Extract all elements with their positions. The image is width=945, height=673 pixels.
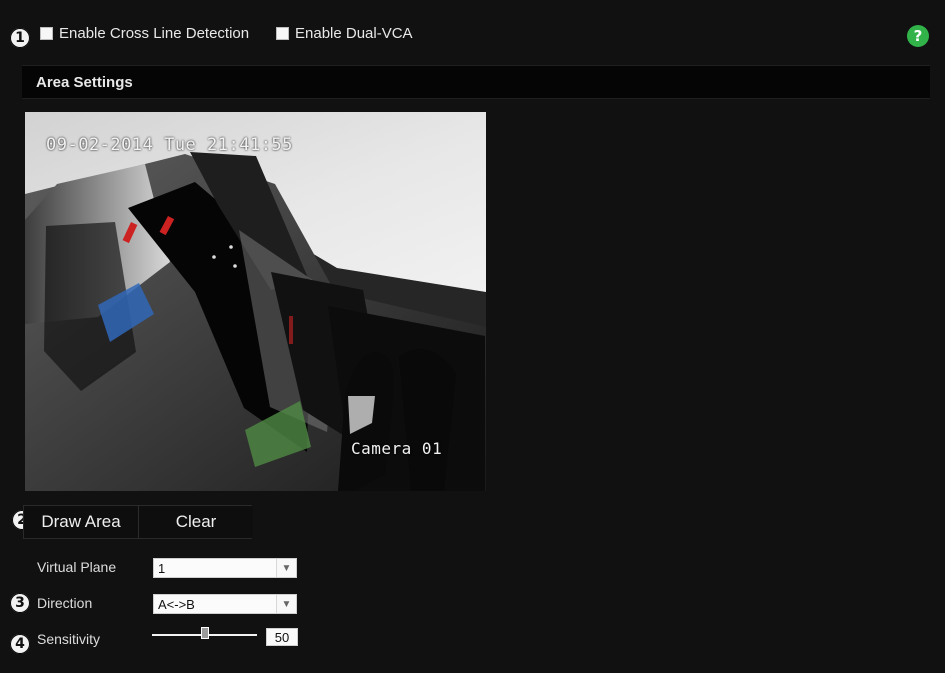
direction-value: A<->B: [158, 597, 195, 612]
spot-2: [212, 255, 216, 259]
checkbox-box[interactable]: [276, 27, 289, 40]
video-timestamp: 09-02-2014 Tue 21:41:55: [46, 135, 293, 155]
top-row: 1 Enable Cross Line Detection Enable Dua…: [0, 25, 945, 51]
enable-dual-vca-label: Enable Dual-VCA: [295, 25, 413, 42]
cross-line-detection-page: 1 Enable Cross Line Detection Enable Dua…: [0, 0, 945, 673]
chevron-down-icon: ▼: [276, 595, 296, 613]
virtual-plane-value: 1: [158, 561, 166, 576]
virtual-plane-select[interactable]: 1 ▼: [153, 558, 297, 578]
draw-controls: Draw Area Clear: [23, 505, 253, 539]
draw-area-button[interactable]: Draw Area: [24, 506, 139, 538]
area-settings-header: Area Settings: [22, 65, 930, 99]
chevron-down-icon: ▼: [276, 559, 296, 577]
checkbox-box[interactable]: [40, 27, 53, 40]
area-settings-title: Area Settings: [36, 73, 133, 91]
camera-preview[interactable]: 09-02-2014 Tue 21:41:55 Camera 01: [25, 112, 486, 491]
help-icon[interactable]: ?: [907, 25, 929, 47]
sensitivity-value-box[interactable]: 50: [266, 628, 298, 646]
clear-button[interactable]: Clear: [139, 506, 253, 538]
enable-cross-line-detection-label: Enable Cross Line Detection: [59, 25, 250, 42]
sensitivity-label: Sensitivity: [37, 631, 101, 647]
red-mark-3: [289, 316, 293, 344]
step-3-callout: 3: [10, 593, 30, 613]
direction-select[interactable]: A<->B ▼: [153, 594, 297, 614]
spot-1: [229, 245, 233, 249]
sensitivity-slider[interactable]: [152, 626, 257, 644]
direction-label: Direction: [37, 595, 93, 611]
virtual-plane-label: Virtual Plane: [37, 559, 117, 575]
step-1-callout: 1: [10, 28, 30, 48]
spot-3: [233, 264, 237, 268]
sensitivity-value: 50: [274, 629, 290, 645]
enable-cross-line-detection-checkbox[interactable]: Enable Cross Line Detection: [40, 25, 249, 42]
camera-scene: [25, 112, 486, 491]
step-4-callout: 4: [10, 634, 30, 654]
enable-dual-vca-checkbox[interactable]: Enable Dual-VCA: [276, 25, 413, 42]
camera-label: Camera 01: [351, 439, 443, 458]
slider-thumb[interactable]: [200, 627, 209, 639]
